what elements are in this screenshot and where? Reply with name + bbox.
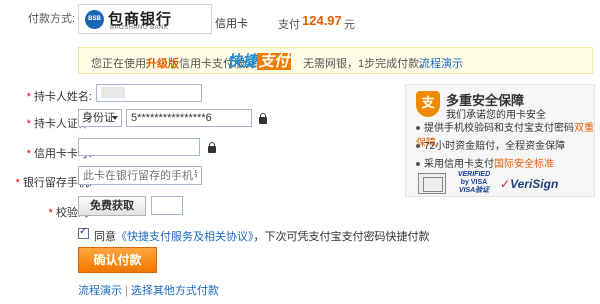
cardholder-name-label-text: 持卡人姓名: [33, 91, 92, 103]
bullet-icon [416, 144, 420, 149]
verisign-text: VeriSign [510, 177, 559, 191]
required-mark: * [26, 91, 31, 103]
agree-prefix: 同意 [94, 231, 116, 243]
card-number-input[interactable] [78, 138, 200, 156]
lock-icon [208, 142, 216, 153]
chevron-down-icon [112, 116, 118, 120]
bank-name-en: BAOSHANG BANK [110, 25, 169, 31]
agree-text: 同意《快捷支付服务及相关协议》，下次可凭支付宝支付密码快捷付款 [94, 228, 430, 244]
footer-demo-link[interactable]: 流程演示 [78, 285, 122, 297]
lock-icon [259, 113, 267, 124]
security-item: 72小时资金赔付，全程资金保障 [416, 137, 565, 152]
bullet-icon [416, 162, 420, 167]
notice-bar: 您正在使用升级版信用卡支付服务: 快捷 支付 无需网银，1步完成付款。 流程演示 [78, 47, 593, 74]
pay-unit: 元 [344, 19, 355, 31]
bank-logo-icon: BSB [85, 10, 104, 29]
security-item: 采用信用卡支付国际安全标准 [416, 155, 554, 170]
bank-logo: BSB 包商银行 BAOSHANG BANK [78, 4, 212, 34]
required-mark: * [26, 148, 31, 160]
agreement-link[interactable]: 《快捷支付服务及相关协议》 [116, 231, 254, 243]
notice-prefix: 您正在使用 [91, 58, 146, 70]
id-type-value: 身份证 [82, 112, 115, 124]
required-mark: * [15, 177, 20, 189]
visa-line3: VISA验证 [458, 187, 490, 194]
agree-suffix: ，下次可凭支付宝支付密码快捷付款 [253, 231, 430, 243]
notice-suffix: 无需网银，1步完成付款。 [303, 58, 431, 70]
security-item-text: 72小时资金赔付，全程资金保障 [424, 141, 566, 152]
verisign-logo: ✓VeriSign [500, 177, 558, 191]
check-icon: ✓ [500, 177, 511, 191]
cardholder-name-label: * 持卡人姓名: [0, 88, 92, 104]
security-item-text: 采用信用卡支付 [424, 159, 494, 170]
confirm-pay-button[interactable]: 确认付款 [78, 247, 157, 273]
verify-code-input[interactable] [151, 196, 183, 215]
security-item-highlight: 国际安全标准 [494, 159, 554, 170]
security-item-text: 提供手机校验码和支付宝支付密码 [424, 123, 574, 134]
other-payment-link[interactable]: 选择其他方式付款 [131, 285, 219, 297]
notice-demo-link[interactable]: 流程演示 [419, 55, 463, 71]
shield-icon: 支 [416, 91, 440, 117]
phone-input[interactable] [78, 166, 202, 185]
pay-label: 支付 [278, 19, 300, 31]
card-type-label: 信用卡 [215, 18, 248, 30]
kuaijie-logo-part2: 支付 [257, 53, 292, 70]
get-code-button[interactable]: 免费获取 [78, 196, 146, 216]
verified-by-visa-logo: VERIFIED by VISA VISA验证 [454, 171, 494, 196]
kuaijie-logo: 快捷 支付 [227, 50, 292, 71]
id-number-input[interactable] [126, 109, 252, 127]
agree-checkbox[interactable] [78, 226, 89, 239]
pay-amount: 124.97 [302, 13, 342, 28]
footer-separator: | [125, 285, 128, 297]
required-mark: * [48, 207, 53, 219]
visa-line1: VERIFIED [457, 171, 491, 178]
notice-upgrade-badge: 升级版 [146, 58, 179, 70]
bullet-icon [416, 126, 420, 131]
required-mark: * [26, 118, 31, 130]
id-type-select[interactable]: 身份证 [78, 109, 122, 127]
visa-line2: by VISA [460, 179, 488, 186]
certificate-icon [418, 173, 446, 194]
cardholder-name-masked-value [101, 87, 125, 98]
pay-method-label: 付款方式: [28, 13, 76, 25]
footer-links: 流程演示 | 选择其他方式付款 [78, 282, 219, 298]
kuaijie-logo-part1: 快捷 [227, 53, 258, 70]
